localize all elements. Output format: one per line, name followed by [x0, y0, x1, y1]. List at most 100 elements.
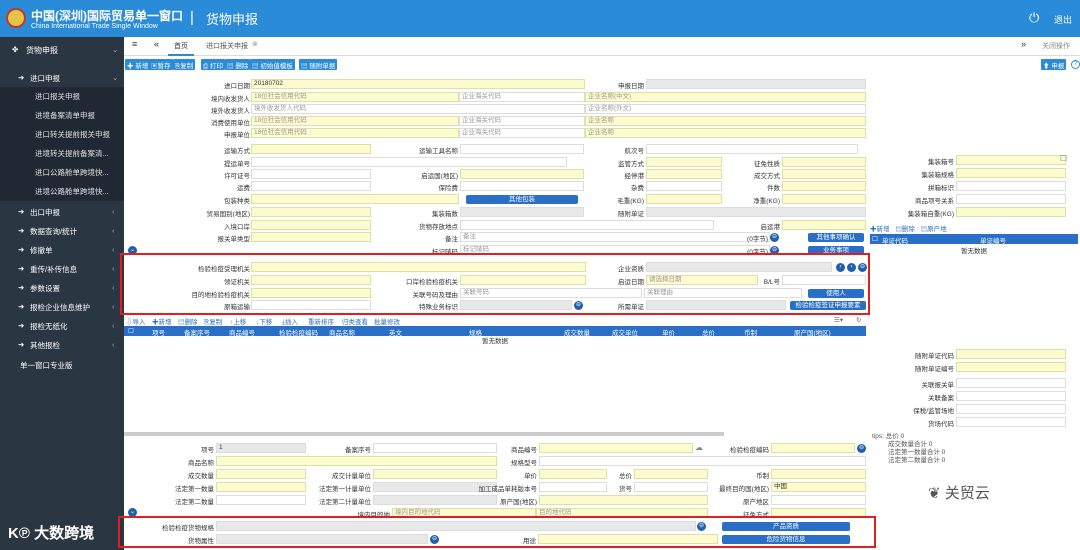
rel-decl-field[interactable] [956, 378, 1066, 388]
consignee-customs-code[interactable]: 企业海关代码 [459, 92, 585, 102]
license-field[interactable] [251, 169, 371, 179]
tab-home[interactable]: 首页 [168, 37, 194, 56]
container-count-field[interactable] [460, 207, 584, 217]
currency-field[interactable] [771, 469, 866, 479]
net-field[interactable] [782, 194, 866, 204]
insurance-field[interactable] [460, 181, 584, 191]
transport-mode-field[interactable] [251, 144, 371, 154]
delete-button[interactable]: ▤ 删除 [225, 59, 251, 70]
misc-field[interactable] [646, 181, 722, 191]
deal-qty-field[interactable] [216, 469, 306, 479]
goods-attr-expand-icon[interactable]: ⊖ [430, 535, 439, 544]
prev-tab-icon[interactable]: « [154, 39, 159, 49]
goods-no-field[interactable] [539, 443, 693, 453]
origin-field[interactable] [539, 495, 708, 505]
sidebar-subitem[interactable]: 进境转关提前备案清... [35, 148, 109, 159]
move-up-button[interactable]: ↑上移 [230, 316, 246, 326]
close-tab-icon[interactable]: ⊗ [252, 40, 258, 48]
declarer-customs-code[interactable]: 企业海关代码 [459, 128, 585, 138]
container-no-field[interactable] [956, 155, 1066, 165]
other-pack-button[interactable]: 其他包装 [466, 195, 578, 204]
close-ops-menu[interactable]: 关闭操作 [1042, 41, 1070, 51]
ciq-spec-field[interactable] [216, 521, 696, 531]
dep-port-field[interactable] [782, 220, 866, 230]
consignee-name-cn[interactable]: 企业名称(中文) [585, 92, 866, 102]
sidebar-subitem[interactable]: 进口公路舱单跨境快... [35, 167, 109, 178]
legal-qty1-field[interactable] [216, 482, 306, 492]
special-expand-icon[interactable]: ⊖ [574, 301, 583, 310]
refresh-icon[interactable]: ↻ [856, 316, 861, 324]
remark-field[interactable]: 备注 [460, 232, 770, 242]
goods-seq-field[interactable] [634, 482, 708, 492]
ciq-code-field[interactable] [771, 443, 855, 453]
columns-icon[interactable]: ☰▾ [834, 316, 843, 324]
consumer-customs-code[interactable]: 企业海关代码 [459, 116, 585, 126]
cloud-icon[interactable]: ☁ [695, 443, 703, 452]
gross-field[interactable] [646, 194, 722, 204]
import-date-field[interactable]: 20180702 [251, 79, 585, 89]
template-button[interactable]: ▤ 初始值模板 [250, 59, 295, 70]
attach-doc-no-field[interactable] [956, 362, 1066, 372]
import-goods-button[interactable]: ⇩导入 [126, 316, 146, 326]
goods-scrollbar[interactable] [124, 432, 724, 436]
unit-price-field[interactable] [539, 469, 607, 479]
prev-qual-icon[interactable]: ‹ [836, 263, 845, 272]
tab-import-declare[interactable]: 进口报关申报 [206, 41, 248, 51]
more-qual-icon[interactable]: ⊖ [858, 263, 867, 272]
foreign-field[interactable]: 境外收发货人代码 [251, 104, 585, 114]
goods-location-field[interactable] [460, 220, 714, 230]
cert-org-field[interactable] [251, 275, 371, 285]
consumer-name[interactable]: 企业名称 [585, 116, 866, 126]
move-down-button[interactable]: ↓下移 [256, 316, 272, 326]
declarer-field[interactable]: 18位社会信用代码 [251, 128, 459, 138]
ciq-expand-icon[interactable]: ⊖ [857, 444, 866, 453]
next-tab-icon[interactable]: » [1021, 39, 1026, 49]
doc-select-all[interactable]: ☐ [872, 235, 878, 243]
doc-add-button[interactable]: ✚新增 [870, 226, 890, 233]
declarer-name[interactable]: 企业名称 [585, 128, 866, 138]
other-confirm-button[interactable]: 其他事项确认 [808, 233, 864, 242]
sidebar-subitem[interactable]: 进口转关提前报关申报 [35, 129, 110, 140]
power-icon[interactable]: ⏻ [1029, 10, 1039, 26]
sidebar-subitem[interactable]: 进口报关申报 [35, 91, 80, 102]
danger-info-button[interactable]: 危险货物信息 [722, 535, 850, 544]
new-button[interactable]: ✚ 新增 [125, 59, 151, 70]
batch-edit-button[interactable]: 批量修改 [374, 316, 400, 326]
menu-toggle-icon[interactable]: ≡ [132, 39, 137, 49]
sidebar-subitem[interactable]: 进境公路舱单跨境快... [35, 186, 109, 197]
container-weight-field[interactable] [956, 207, 1066, 217]
declare-button[interactable]: ⬆ 申报 [1041, 59, 1067, 70]
attach-field[interactable] [646, 207, 866, 217]
declare-type-field[interactable] [251, 232, 371, 242]
inspection-org-field[interactable] [251, 262, 586, 272]
origin-region-field[interactable] [771, 495, 866, 505]
consignee-field[interactable]: 18位社会信用代码 [251, 92, 459, 102]
special-field[interactable] [460, 300, 572, 310]
usage-field[interactable] [538, 534, 718, 544]
delete-goods-button[interactable]: ▤删除 [178, 316, 198, 326]
classify-view-button[interactable]: 归类查看 [342, 316, 368, 326]
attach-doc-button[interactable]: ▤ 随附单据 [299, 59, 338, 70]
processed-ver-field[interactable] [539, 482, 607, 492]
bl-field[interactable] [782, 275, 866, 285]
remark-expand-icon[interactable]: ⊖ [770, 233, 779, 242]
item-no-field[interactable]: 1 [216, 443, 306, 453]
start-date-field[interactable]: 请选择日期 [646, 275, 758, 285]
legal-qty2-field[interactable] [216, 495, 306, 505]
help-icon[interactable]: ? [1071, 60, 1080, 69]
select-all-checkbox[interactable]: ☐ [128, 327, 134, 335]
reorder-button[interactable]: 重新排序 [308, 316, 334, 326]
consumer-field[interactable]: 18位社会信用代码 [251, 116, 459, 126]
deal-mode-field[interactable] [782, 169, 866, 179]
supervision-field[interactable] [646, 157, 722, 167]
user-button[interactable]: 使用人 [808, 289, 864, 298]
entry-port-field[interactable] [251, 220, 371, 230]
logout-button[interactable]: 退出 [1054, 13, 1072, 26]
save-draft-button[interactable]: ▣暂存 [149, 59, 173, 70]
spell-field[interactable] [956, 181, 1066, 191]
stopover-field[interactable] [646, 169, 722, 179]
dest-country-field[interactable]: 中国 [771, 482, 866, 492]
port-org-field[interactable] [460, 275, 586, 285]
dest-org-field[interactable] [251, 288, 371, 298]
tax-nature-field[interactable] [782, 157, 866, 167]
